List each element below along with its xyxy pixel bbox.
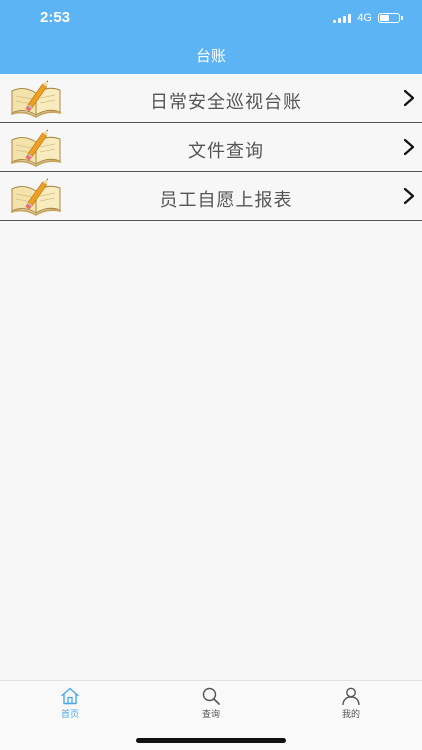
user-icon xyxy=(342,687,360,705)
tab-search[interactable]: 查询 xyxy=(181,687,241,720)
list-item-document-query[interactable]: 文件查询 xyxy=(0,123,422,172)
search-icon xyxy=(202,687,220,705)
tab-home[interactable]: 首页 xyxy=(40,687,100,720)
status-indicators: 4G xyxy=(333,11,403,25)
ledger-list: 日常安全巡视台账 文件查询 员工自愿上报表 xyxy=(0,74,422,221)
signal-icon xyxy=(333,13,352,23)
network-type: 4G xyxy=(357,12,372,24)
tab-profile[interactable]: 我的 xyxy=(321,687,381,720)
list-item-employee-voluntary-report[interactable]: 员工自愿上报表 xyxy=(0,172,422,221)
tab-label: 我的 xyxy=(341,710,360,720)
open-book-pencil-icon xyxy=(11,80,61,118)
status-time: 2:53 xyxy=(40,9,71,26)
open-book-pencil-icon xyxy=(11,129,61,167)
page-title: 台账 xyxy=(195,47,226,65)
tab-label: 查询 xyxy=(201,710,220,720)
home-indicator[interactable] xyxy=(136,738,286,743)
chevron-right-icon xyxy=(403,89,415,107)
battery-icon xyxy=(378,13,403,23)
home-icon xyxy=(61,687,79,705)
list-item-label: 日常安全巡视台账 xyxy=(150,92,302,113)
chevron-right-icon xyxy=(403,138,415,156)
list-item-label: 员工自愿上报表 xyxy=(159,190,293,211)
open-book-pencil-icon xyxy=(11,178,61,216)
chevron-right-icon xyxy=(403,187,415,205)
app-header: 2:53 4G 台账 xyxy=(0,0,422,74)
tab-label: 首页 xyxy=(60,710,79,720)
list-item-daily-safety-patrol[interactable]: 日常安全巡视台账 xyxy=(0,74,422,123)
list-item-label: 文件查询 xyxy=(188,141,264,162)
